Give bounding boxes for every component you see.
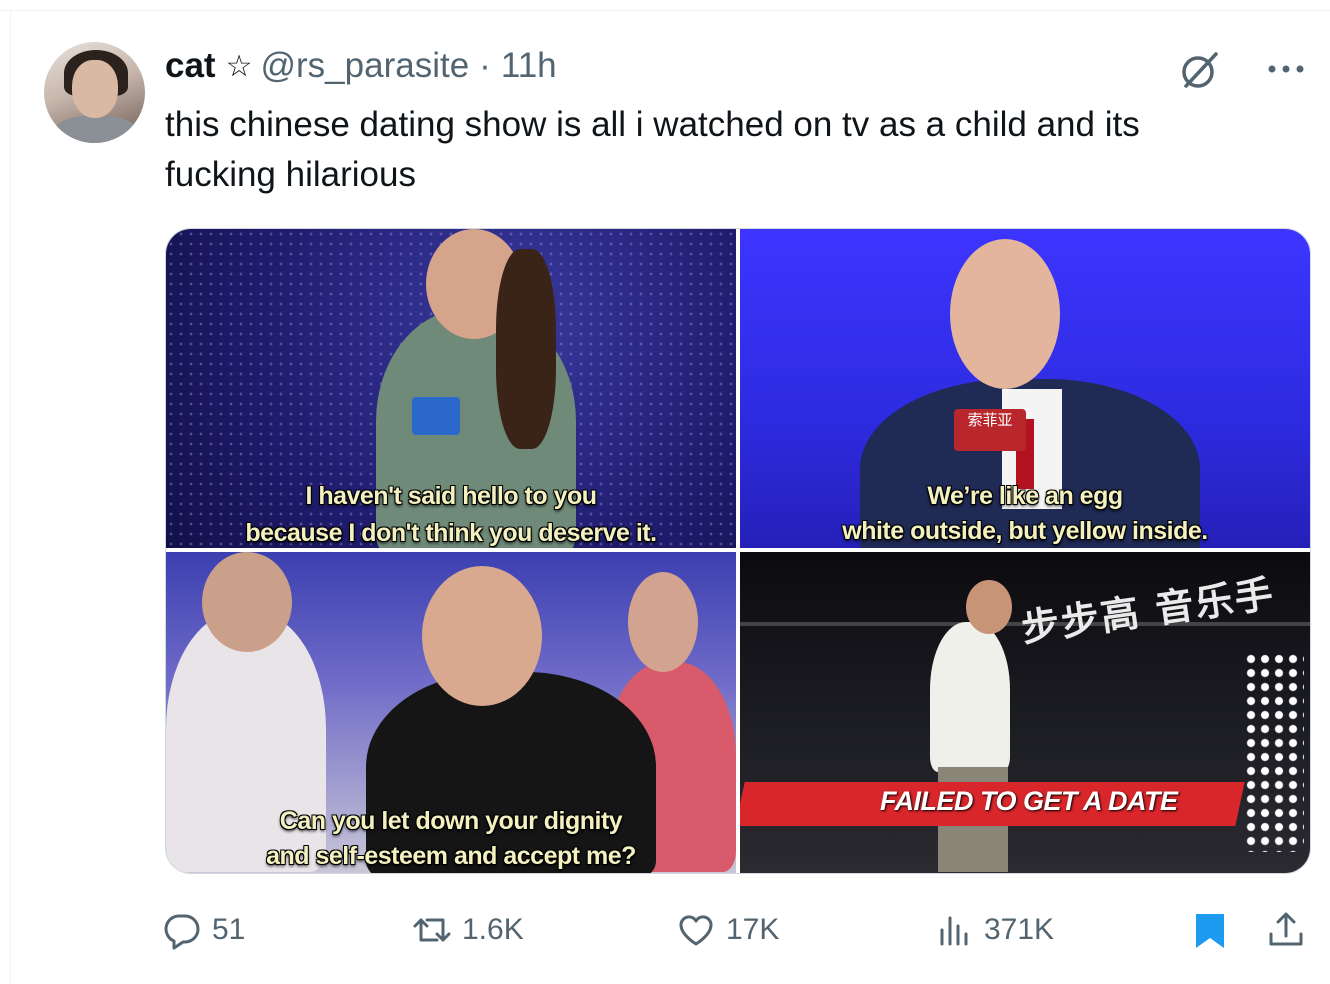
reply-icon (164, 914, 200, 950)
like-button[interactable]: 17K (676, 900, 779, 960)
views-count: 371K (984, 913, 1055, 946)
stage-sign: 步步高 音乐手 (1018, 571, 1278, 651)
action-bar: 51 1.6K 17K 371K (0, 900, 1330, 960)
subtitle-line: because I don't think you deserve it. (245, 519, 657, 547)
separator: · (479, 46, 491, 85)
views-icon (940, 916, 968, 946)
subtitle-line: and self-esteem and accept me? (266, 842, 636, 870)
tweet-header: cat ☆ @rs_parasite · 11h (165, 46, 557, 86)
grok-icon[interactable] (1178, 48, 1222, 92)
media-image[interactable]: 索菲亚 We’re like an egg white outside, but… (740, 229, 1310, 548)
retweet-icon (413, 918, 451, 942)
like-count: 17K (726, 913, 780, 946)
retweet-button[interactable]: 1.6K (412, 900, 524, 960)
share-button[interactable] (1266, 900, 1316, 960)
reply-count: 51 (212, 913, 246, 946)
media-image[interactable]: Can you let down your dignity and self-e… (166, 552, 736, 873)
reply-button[interactable]: 51 (162, 900, 245, 960)
subtitle-line: Can you let down your dignity (279, 807, 623, 835)
tweet-text: this chinese dating show is all i watche… (165, 105, 1140, 194)
retweet-count: 1.6K (462, 913, 524, 946)
timestamp[interactable]: 11h (501, 46, 557, 86)
share-icon (1269, 912, 1303, 946)
subtitle-line: white outside, but yellow inside. (842, 517, 1208, 545)
avatar[interactable] (44, 42, 145, 143)
like-icon (679, 915, 713, 946)
media-image[interactable]: 步步高 音乐手 FAILED TO GET A DATE (740, 552, 1310, 873)
subtitle-line: I haven't said hello to you (305, 482, 597, 510)
author-name[interactable]: cat (165, 46, 216, 86)
star-icon: ☆ (225, 49, 253, 83)
bookmark-button[interactable] (1190, 900, 1240, 960)
bookmark-icon (1196, 914, 1224, 948)
banner-text: FAILED TO GET A DATE (880, 786, 1178, 816)
mic-tag: 索菲亚 (954, 409, 1026, 451)
divider (10, 10, 11, 984)
more-icon[interactable] (1264, 54, 1308, 84)
views-button[interactable]: 371K (934, 900, 1054, 960)
subtitle-line: We’re like an egg (927, 482, 1123, 510)
author-handle[interactable]: @rs_parasite (261, 46, 470, 86)
media-grid[interactable]: I haven't said hello to you because I do… (165, 228, 1311, 874)
media-image[interactable]: I haven't said hello to you because I do… (166, 229, 736, 548)
divider (0, 10, 1330, 11)
